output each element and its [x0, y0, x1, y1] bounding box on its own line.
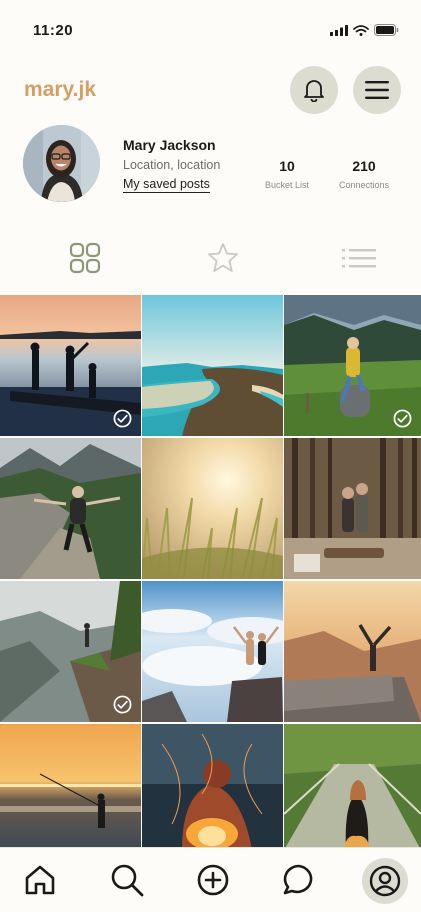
completed-check-icon	[113, 409, 132, 428]
chat-icon	[283, 864, 313, 895]
wifi-icon	[353, 24, 369, 36]
bell-icon	[304, 80, 324, 102]
photo-tile[interactable]	[284, 438, 421, 579]
photo-campfire	[142, 724, 283, 850]
bucket-list-stat[interactable]: 10 Bucket List	[262, 158, 312, 190]
photo-tile[interactable]	[142, 724, 283, 850]
status-icons	[330, 24, 399, 36]
status-time: 11:20	[33, 22, 74, 39]
tab-list[interactable]	[339, 238, 379, 278]
username: mary.jk	[24, 78, 96, 101]
battery-icon	[374, 24, 399, 36]
photo-fishing-sunset	[0, 724, 141, 850]
photo-tile[interactable]	[142, 581, 283, 722]
view-tabs	[0, 238, 421, 278]
bottom-navigation	[0, 847, 421, 912]
avatar-photo	[23, 125, 100, 202]
nav-messages[interactable]	[279, 860, 319, 900]
profile-name: Mary Jackson	[123, 137, 216, 153]
photo-tile[interactable]	[142, 438, 283, 579]
photo-forest-camp	[284, 438, 421, 579]
notifications-button[interactable]	[290, 66, 338, 114]
bucket-list-label: Bucket List	[264, 180, 310, 190]
connections-stat[interactable]: 210 Connections	[334, 158, 394, 190]
hamburger-menu-icon	[365, 81, 389, 99]
profile-icon	[369, 865, 401, 897]
photo-above-clouds	[142, 581, 283, 722]
photo-tile[interactable]	[284, 295, 421, 436]
cellular-signal-icon	[330, 24, 348, 36]
completed-check-icon	[393, 409, 412, 428]
menu-button[interactable]	[353, 66, 401, 114]
photo-tile[interactable]	[284, 581, 421, 722]
add-icon	[197, 864, 229, 896]
photo-hiker-trail	[0, 438, 141, 579]
photo-grid	[0, 295, 421, 850]
photo-handstand-rock	[284, 581, 421, 722]
completed-check-icon	[113, 695, 132, 714]
status-bar: 11:20	[0, 0, 421, 56]
photo-sunlit-grass	[142, 438, 283, 579]
tab-favorites[interactable]	[203, 238, 243, 278]
grid-icon	[69, 242, 101, 274]
photo-tile[interactable]	[142, 295, 283, 436]
photo-tile[interactable]	[0, 438, 141, 579]
nav-home[interactable]	[20, 860, 60, 900]
star-icon	[208, 243, 238, 272]
nav-search[interactable]	[107, 860, 147, 900]
photo-tile[interactable]	[0, 295, 141, 436]
connections-label: Connections	[338, 180, 390, 190]
profile-summary: Mary Jackson Location, location My saved…	[0, 125, 421, 205]
profile-location: Location, location	[123, 158, 221, 172]
photo-tile[interactable]	[0, 724, 141, 850]
avatar[interactable]	[23, 125, 100, 202]
photo-tile[interactable]	[0, 581, 141, 722]
search-icon	[111, 864, 144, 897]
photo-coastline	[142, 295, 283, 436]
photo-suspension-bridge	[284, 724, 421, 850]
home-icon	[25, 865, 55, 895]
connections-count: 210	[352, 158, 376, 174]
photo-tile[interactable]	[284, 724, 421, 850]
nav-profile[interactable]	[362, 858, 408, 904]
list-icon	[342, 249, 376, 268]
bucket-list-count: 10	[279, 158, 295, 174]
saved-posts-link[interactable]: My saved posts	[123, 177, 210, 193]
nav-add[interactable]	[193, 860, 233, 900]
tab-grid[interactable]	[65, 238, 105, 278]
profile-header: mary.jk	[0, 66, 421, 114]
